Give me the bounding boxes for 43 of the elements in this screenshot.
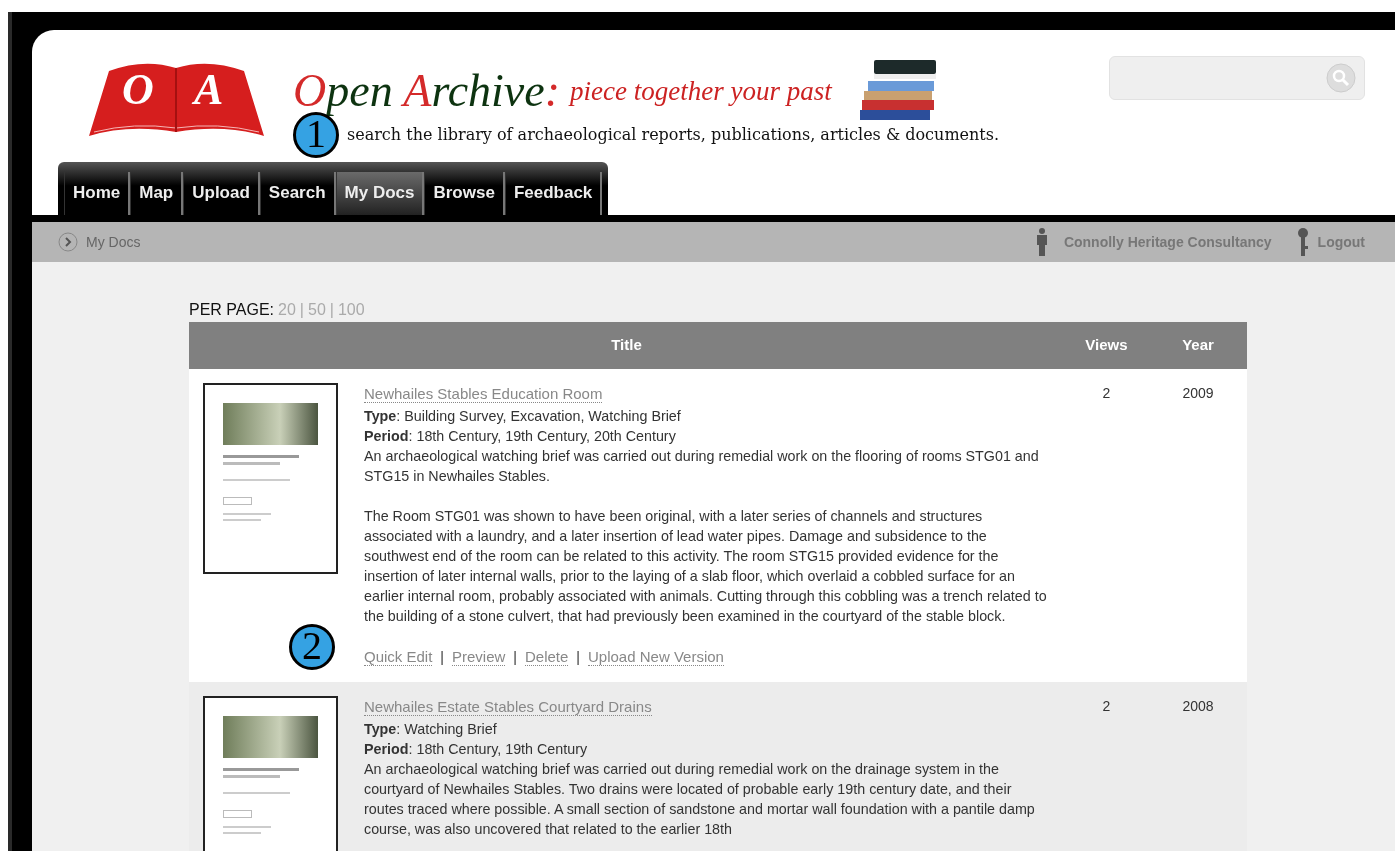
link-separator: |	[329, 301, 334, 318]
document-description: The Room STG01 was shown to have been original, with a later series of channels and structures associated with a laundry, and a later insertion of lead water pipes. Damage and subsidence to the southwest end of the room can be related to this activity. The room STG15 provided evidence for the insertion of later internal walls, prior to the laying of a slab floor, which overlaid a cobbled surface for an earlier internal room, probably associated with animals. Cutting through this cobbling was a trench related to the building of a stone culvert, that had previously been examined in the courtyard of the stable block.	[364, 506, 1048, 626]
per-page-label: PER PAGE:	[189, 301, 275, 318]
document-description: An archaeological watching brief was carried out during remedial work on the drainage system in the courtyard of Newhailes Stables. Two drains were located of probable early 19th century date, and their routes traced where possible. A small section of sandstone and mortar wall foundation with a pantile damp course, was also uncovered that related to the earlier 18th	[364, 759, 1036, 839]
document-period: Period: 18th Century, 19th Century	[364, 739, 589, 759]
per-page-option[interactable]: 100	[337, 301, 365, 318]
action-link[interactable]: Delete	[525, 647, 569, 666]
document-description: An archaeological watching brief was carried out during remedial work on the flooring of rooms STG01 and STG15 in Newhailes Stables.	[364, 446, 1040, 486]
per-page-option[interactable]: 50	[308, 301, 326, 318]
breadcrumb: My Docs	[86, 232, 141, 252]
column-header: Year	[1149, 322, 1247, 369]
site-motto: piece together your past	[570, 74, 832, 108]
link-separator: |	[513, 648, 517, 665]
link-separator: |	[440, 648, 444, 665]
action-link[interactable]: Quick Edit	[364, 647, 433, 666]
person-icon	[1035, 228, 1048, 256]
year-cell: 2008	[1149, 682, 1247, 851]
logo-letter: O	[122, 68, 154, 112]
year-cell: 2009	[1149, 369, 1247, 682]
per-page-option[interactable]: 20	[278, 301, 296, 318]
link-separator: |	[299, 301, 304, 318]
document-type: Type: Building Survey, Excavation, Watching Brief	[364, 406, 682, 426]
user-name: Connolly Heritage Consultancy	[1063, 232, 1272, 252]
action-link[interactable]: Upload New Version	[588, 647, 724, 666]
document-period: Period: 18th Century, 19th Century, 20th Century	[364, 426, 677, 446]
logout-link[interactable]: Logout	[1317, 231, 1365, 253]
search-field[interactable]	[1109, 56, 1365, 100]
document-thumbnail[interactable]	[203, 696, 338, 851]
action-link[interactable]: Preview	[452, 647, 506, 666]
link-separator: |	[576, 648, 580, 665]
document-type: Type: Watching Brief	[364, 719, 498, 739]
column-header: Views	[1064, 322, 1149, 369]
document-title-link[interactable]: Newhailes Estate Stables Courtyard Drains	[364, 698, 652, 716]
arrow-circle-icon	[58, 232, 78, 252]
nav-tab[interactable]: My Docs	[335, 171, 425, 215]
views-count: 2	[1064, 369, 1149, 682]
views-count: 2	[1064, 682, 1149, 851]
key-icon	[1295, 228, 1310, 256]
tagline: search the library of archaeological reports, publications, articles & documents.	[347, 124, 1000, 146]
document-thumbnail[interactable]	[203, 383, 338, 574]
column-header: Title	[189, 322, 1064, 369]
callout-marker: 2	[289, 624, 335, 670]
document-title-link[interactable]: Newhailes Stables Education Room	[364, 385, 603, 403]
